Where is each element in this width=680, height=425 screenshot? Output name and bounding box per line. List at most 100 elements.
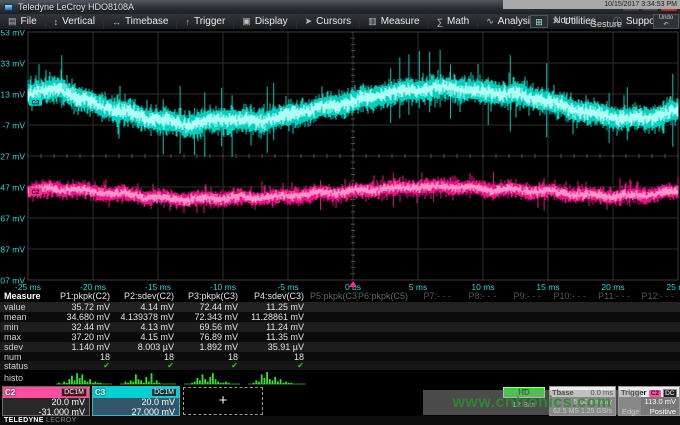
y-axis-label: -47 mV	[0, 183, 25, 193]
histogram-sparkline	[120, 371, 176, 385]
menu-item-measure[interactable]: ▥Measure	[360, 14, 428, 29]
add-channel-button[interactable]: +	[183, 387, 263, 415]
acquisition-mode-label: Norm	[554, 15, 576, 25]
trigger-level: 113.0 mV	[644, 397, 676, 407]
measure-row-status: status✔✔✔✔	[0, 361, 680, 370]
measure-col-header[interactable]: P3:pkpk(C3)	[180, 291, 244, 301]
menu-item-label: Display	[255, 16, 288, 27]
channel-marker-c3[interactable]: C3	[29, 98, 42, 107]
trigger-icon: ↑	[185, 17, 190, 27]
measure-histogram	[244, 371, 310, 385]
measure-col-header[interactable]: P5:pkpk(C3)	[310, 291, 358, 301]
channel-coupling: DC1M	[151, 388, 177, 397]
measure-num: 18	[52, 352, 116, 362]
measure-row-histo: histo	[0, 370, 680, 386]
measure-col-header[interactable]: P7:- - -	[412, 291, 457, 301]
measure-sdev: 1.140 mV	[52, 342, 116, 352]
footer-bar: TELEDYNE LECROY	[0, 416, 680, 425]
menu-item-trigger[interactable]: ↑Trigger	[177, 14, 234, 29]
measure-status: ✔	[52, 361, 116, 370]
measure-sdev: 35.91 µV	[244, 342, 310, 352]
menu-item-file[interactable]: ▤File	[0, 14, 46, 29]
y-axis-label: 33 mV	[0, 59, 25, 69]
timestamp: 10/15/2017 3:34:53 PM	[604, 0, 680, 8]
window-title: Teledyne LeCroy HDO8108A	[18, 2, 134, 12]
measure-min: 32.44 mV	[52, 322, 116, 332]
measure-mean: 72.343 mV	[180, 312, 244, 322]
measure-max: 11.35 mV	[244, 332, 310, 342]
y-axis-label: -87 mV	[0, 245, 25, 255]
measure-row-num: num18181818	[0, 352, 680, 361]
menu-item-math[interactable]: ∑Math	[429, 14, 479, 29]
y-axis-label: -67 mV	[0, 214, 25, 224]
grid-layout-button[interactable]: ⊞	[530, 15, 548, 28]
menu-item-timebase[interactable]: ↔ Timebase	[104, 14, 178, 29]
waveform-display[interactable]: 53 mV33 mV13 mV-7 mV-27 mV-47 mV-67 mV-8…	[0, 30, 680, 290]
trigger-source-badge: C2	[649, 390, 660, 397]
measure-mean: 4.139378 mV	[116, 312, 180, 322]
menu-right-cluster: ⊞ Norm Gesture Undo ↶	[530, 14, 680, 30]
measure-value: 72.44 mV	[180, 302, 244, 312]
measure-status: ✔	[244, 361, 310, 370]
display-icon: ▣	[242, 16, 251, 27]
measure-col-header[interactable]: P6:pkpk(C5)	[358, 291, 412, 301]
measure-max: 37.20 mV	[52, 332, 116, 342]
histogram-sparkline	[56, 371, 112, 385]
measure-col-header[interactable]: P1:pkpk(C2)	[52, 291, 116, 301]
channel-marker-c2[interactable]: C2	[29, 188, 42, 197]
measure-col-header[interactable]: P11:- - -	[592, 291, 636, 301]
measure-col-header[interactable]: P12:- - -	[636, 291, 680, 301]
measure-row-mean: mean34.680 mV4.139378 mV72.343 mV11.2886…	[0, 312, 680, 322]
menu-item-vertical[interactable]: ↕Vertical	[46, 14, 104, 29]
measure-row-header: MeasureP1:pkpk(C2)P2:sdev(C2)P3:pkpk(C3)…	[0, 290, 680, 302]
measure-status: ✔	[180, 361, 244, 370]
measure-col-header[interactable]: P10:- - -	[547, 291, 592, 301]
undo-icon: ↶	[663, 22, 668, 28]
x-axis-label: 25 ms	[666, 282, 680, 290]
channel-box-c2[interactable]: C2DC1M20.0 mV-31.000 mV	[2, 386, 90, 416]
channel-id: C3	[95, 388, 105, 397]
x-axis-label: -5 ms	[277, 282, 298, 290]
analysis-icon: ∿	[486, 16, 494, 27]
y-axis-label: 53 mV	[0, 30, 25, 38]
svg-text:C3: C3	[32, 100, 40, 106]
x-axis-label: 5 ms	[409, 282, 427, 290]
measure-col-header[interactable]: P2:sdev(C2)	[116, 291, 180, 301]
menu-item-display[interactable]: ▣ Display	[234, 14, 296, 29]
x-axis-label: 20 ms	[601, 282, 624, 290]
channel-coupling: DC1M	[61, 388, 87, 397]
menu-item-cursors[interactable]: ➤Cursors	[297, 14, 361, 29]
cursors-icon: ➤	[305, 16, 313, 27]
measure-row-value: value35.72 mV4.14 mV72.44 mV11.25 mV	[0, 302, 680, 312]
gesture-button[interactable]: Gesture	[590, 19, 622, 29]
measure-num: 18	[116, 352, 180, 362]
measure-col-header[interactable]: P4:sdev(C3)	[244, 291, 310, 301]
x-axis-label: 15 ms	[536, 282, 559, 290]
trigger-slope: Positive	[650, 407, 676, 417]
undo-label: Undo	[659, 15, 673, 21]
measure-row-label: value	[0, 302, 52, 312]
measure-col-header[interactable]: P8:- - -	[457, 291, 502, 301]
math-icon: ∑	[437, 17, 443, 27]
measure-histogram	[180, 371, 244, 385]
histogram-sparkline	[184, 371, 240, 385]
timebase-icon: ↔	[112, 17, 121, 27]
channel-id: C2	[5, 388, 15, 397]
brand-lecroy: LECROY	[46, 417, 77, 424]
svg-text:C2: C2	[32, 190, 40, 196]
measure-title: Measure	[0, 291, 52, 301]
measure-col-header[interactable]: P9:- - -	[502, 291, 547, 301]
undo-button[interactable]: Undo ↶	[653, 14, 679, 29]
measure-min: 4.13 mV	[116, 322, 180, 332]
measure-min: 11.24 mV	[244, 322, 310, 332]
measure-row-max: max37.20 mV4.15 mV76.89 mV11.35 mV	[0, 332, 680, 342]
menu-item-label: Timebase	[125, 16, 169, 27]
measure-mean: 34.680 mV	[52, 312, 116, 322]
channel-box-c3[interactable]: C3DC1M20.0 mV27.000 mV	[92, 386, 180, 416]
measure-value: 35.72 mV	[52, 302, 116, 312]
measure-sdev: 1.892 mV	[180, 342, 244, 352]
measure-icon: ▥	[368, 16, 377, 27]
menu-item-label: File	[21, 16, 37, 27]
measure-table: MeasureP1:pkpk(C2)P2:sdev(C2)P3:pkpk(C3)…	[0, 290, 680, 386]
x-axis-label: -15 ms	[145, 282, 171, 290]
